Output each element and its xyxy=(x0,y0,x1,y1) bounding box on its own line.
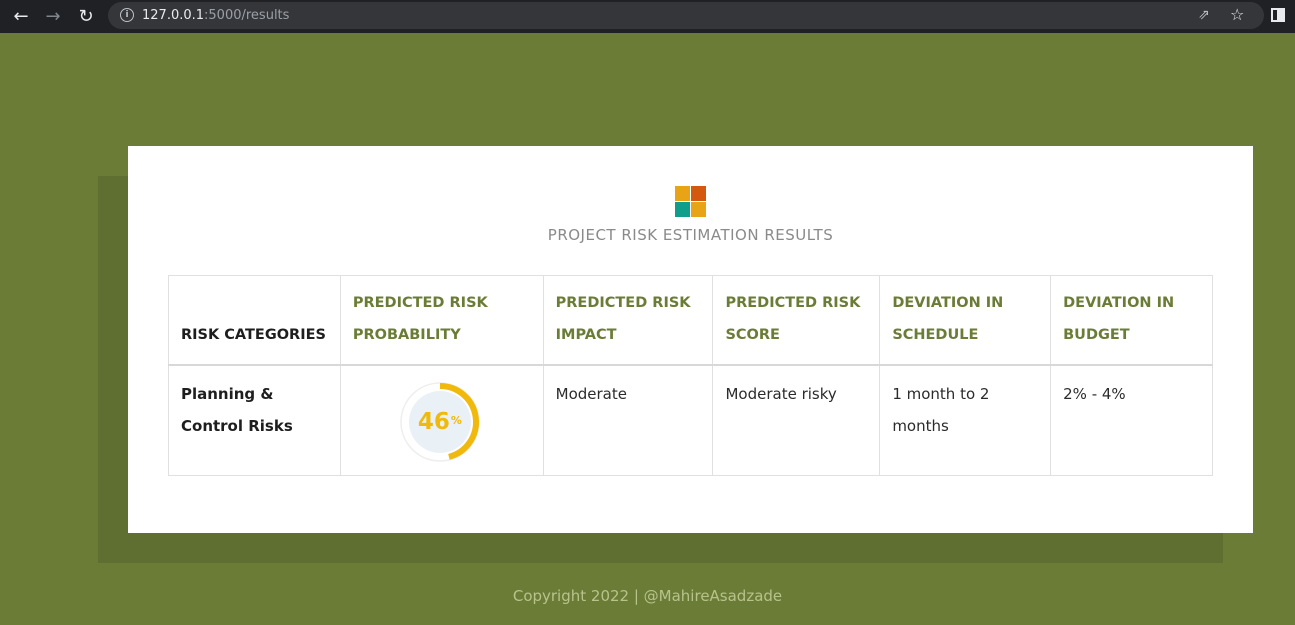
probability-number: 46 xyxy=(417,408,450,435)
header-risk-impact: PREDICTED RISK IMPACT xyxy=(542,275,714,365)
back-icon[interactable]: ← xyxy=(9,4,33,28)
share-icon[interactable]: ⇗ xyxy=(1198,7,1210,23)
table-header-row: RISK CATEGORIES PREDICTED RISK PROBABILI… xyxy=(168,275,1213,365)
url-text: 127.0.0.1:5000/results xyxy=(142,8,290,23)
cell-risk-impact: Moderate xyxy=(542,364,714,476)
logo-square xyxy=(691,202,706,217)
cell-budget-deviation: 2% - 4% xyxy=(1050,364,1213,476)
header-risk-score: PREDICTED RISK SCORE xyxy=(712,275,881,365)
cell-risk-category: Planning & Control Risks xyxy=(168,364,341,476)
cell-schedule-deviation: 1 month to 2 months xyxy=(879,364,1052,476)
header-risk-probability: PREDICTED RISK PROBABILITY xyxy=(339,275,544,365)
site-info-icon[interactable]: i xyxy=(120,8,134,22)
header-budget-deviation: DEVIATION IN BUDGET xyxy=(1050,275,1213,365)
bookmark-star-icon[interactable]: ☆ xyxy=(1230,5,1244,24)
header-schedule-deviation: DEVIATION IN SCHEDULE xyxy=(879,275,1052,365)
page-title: PROJECT RISK ESTIMATION RESULTS xyxy=(547,226,834,244)
side-panel-icon[interactable] xyxy=(1271,8,1285,22)
reload-icon[interactable]: ↻ xyxy=(74,4,98,28)
footer-copyright: Copyright 2022 | @MahireAsadzade xyxy=(512,587,783,605)
logo-square xyxy=(675,202,690,217)
results-table: RISK CATEGORIES PREDICTED RISK PROBABILI… xyxy=(168,275,1213,476)
header-risk-categories: RISK CATEGORIES xyxy=(168,275,341,365)
logo-icon xyxy=(675,186,706,217)
address-bar[interactable]: i 127.0.0.1:5000/results ⇗ ☆ xyxy=(108,2,1264,29)
forward-icon[interactable]: → xyxy=(41,4,65,28)
cell-risk-probability: 46% xyxy=(339,364,544,476)
logo-square xyxy=(675,186,690,201)
logo-square xyxy=(691,186,706,201)
cell-risk-score: Moderate risky xyxy=(712,364,881,476)
probability-value: 46% xyxy=(399,381,481,463)
results-card: PROJECT RISK ESTIMATION RESULTS RISK CAT… xyxy=(128,146,1253,533)
browser-toolbar: ← → ↻ i 127.0.0.1:5000/results ⇗ ☆ xyxy=(0,0,1295,33)
probability-unit: % xyxy=(450,413,462,427)
table-row: Planning & Control Risks 46% Moderate Mo… xyxy=(168,364,1213,476)
